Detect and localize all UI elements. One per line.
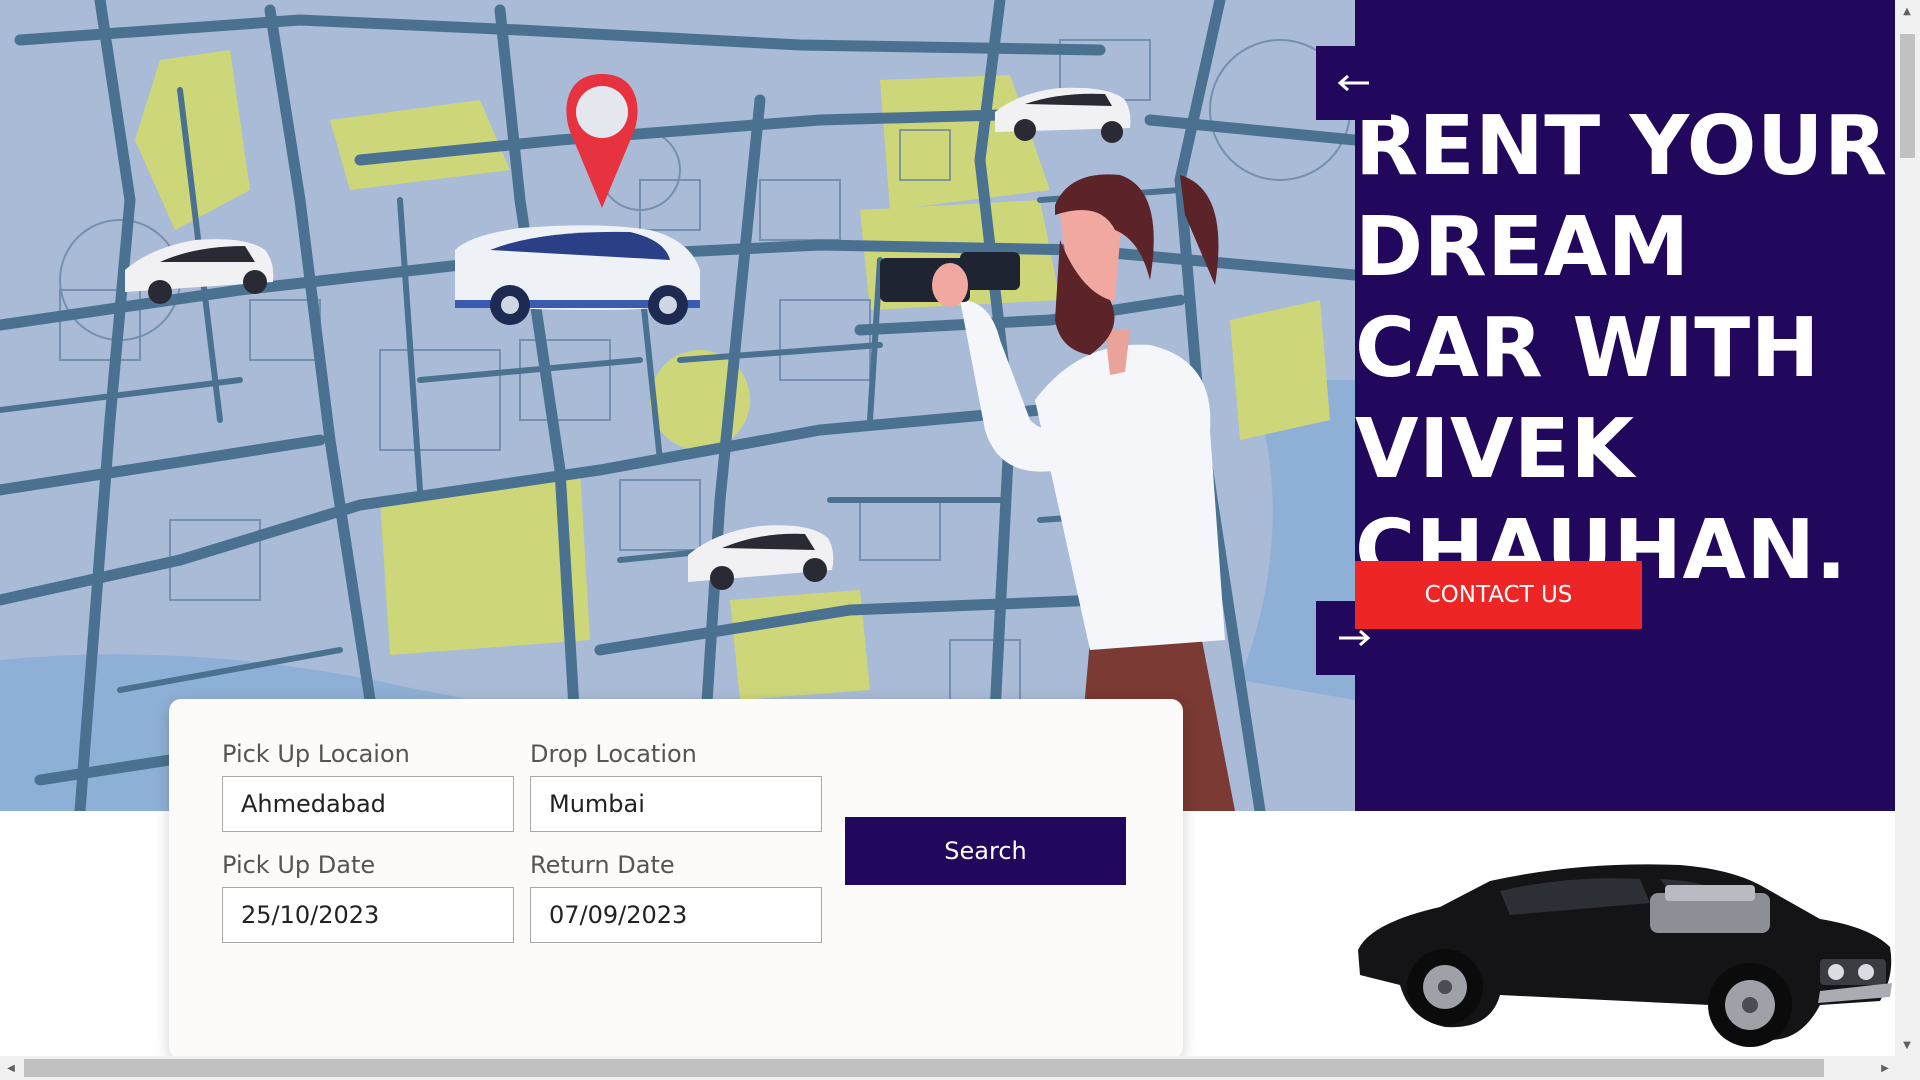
scroll-left-icon[interactable]: ◀: [4, 1061, 18, 1075]
hero-map-illustration: [0, 0, 1355, 811]
car-icon: [455, 225, 700, 325]
pickup-date-input[interactable]: 25/10/2023: [222, 887, 514, 943]
scroll-right-icon[interactable]: ▶: [1878, 1061, 1892, 1075]
carousel-prev-button[interactable]: [1316, 46, 1391, 120]
arrow-right-icon: [1338, 630, 1370, 646]
pickup-date-value: 25/10/2023: [241, 901, 380, 929]
location-pin-icon: [566, 74, 638, 208]
black-muscle-car-image: [1358, 864, 1892, 1047]
vertical-scrollbar[interactable]: [1895, 0, 1920, 1056]
search-button[interactable]: Search: [845, 817, 1126, 885]
hero-headline: RENT YOUR DREAM CAR WITH VIVEK CHAUHAN.: [1355, 99, 1888, 598]
horizontal-scrollbar-thumb[interactable]: [24, 1059, 1824, 1077]
drop-location-input[interactable]: Mumbai: [530, 776, 822, 832]
pickup-location-input[interactable]: Ahmedabad: [222, 776, 514, 832]
return-date-input[interactable]: 07/09/2023: [530, 887, 822, 943]
arrow-left-icon: [1337, 75, 1369, 91]
scroll-up-icon[interactable]: ▲: [1900, 4, 1914, 18]
pickup-location-value: Ahmedabad: [241, 790, 386, 818]
pickup-date-label: Pick Up Date: [222, 851, 376, 879]
drop-location-value: Mumbai: [549, 790, 645, 818]
pickup-location-label: Pick Up Locaion: [222, 740, 410, 768]
return-date-label: Return Date: [530, 851, 675, 879]
return-date-value: 07/09/2023: [549, 901, 688, 929]
drop-location-label: Drop Location: [530, 740, 697, 768]
contact-us-button[interactable]: CONTACT US: [1355, 561, 1642, 629]
scroll-down-icon[interactable]: ▼: [1900, 1038, 1914, 1052]
vertical-scrollbar-thumb[interactable]: [1900, 34, 1915, 158]
